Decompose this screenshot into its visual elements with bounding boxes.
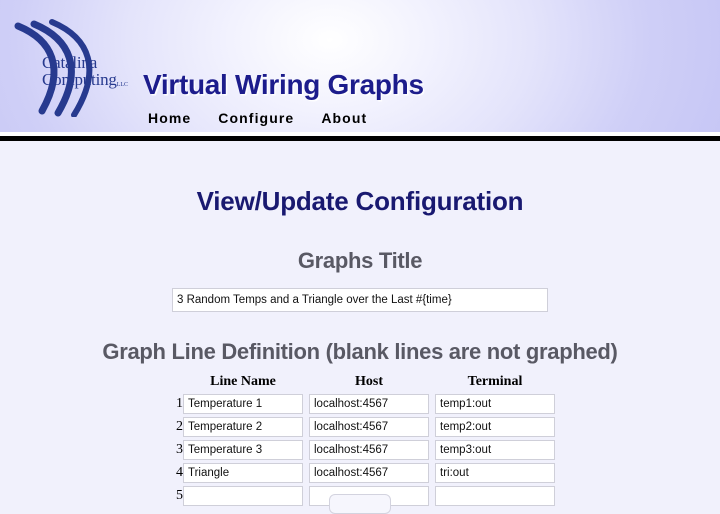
table-header-row: Line Name Host Terminal (165, 374, 555, 394)
table-row: 3 (165, 440, 555, 463)
cell-terminal-5 (435, 486, 555, 509)
terminal-input-1[interactable] (435, 394, 555, 414)
line-name-input-3[interactable] (183, 440, 303, 460)
terminal-input-3[interactable] (435, 440, 555, 460)
logo-line-computing: ComputingLLC (42, 70, 129, 90)
site-logo[interactable]: Catalina ComputingLLC (8, 12, 138, 117)
nav-item-configure[interactable]: Configure (218, 110, 294, 126)
cell-line-name-4 (183, 463, 303, 486)
host-input-3[interactable] (309, 440, 429, 460)
site-title: Virtual Wiring Graphs (143, 69, 424, 100)
row-index-1: 1 (176, 396, 183, 411)
graph-line-definition-table: Line Name Host Terminal 1 2 (165, 374, 555, 509)
cell-host-3 (309, 440, 429, 463)
row-index-2: 2 (176, 419, 183, 434)
terminal-input-5[interactable] (435, 486, 555, 506)
row-index-4: 4 (176, 465, 183, 480)
nav-item-about[interactable]: About (321, 110, 367, 126)
cell-line-name-3 (183, 440, 303, 463)
site-header: Catalina ComputingLLC Virtual Wiring Gra… (0, 0, 720, 132)
logo-wordmark: Catalina ComputingLLC (42, 54, 128, 89)
submit-button[interactable] (329, 494, 391, 514)
table-row: 4 (165, 463, 555, 486)
graphs-title-heading: Graphs Title (297, 248, 423, 273)
column-header-terminal: Terminal (467, 374, 523, 389)
column-header-host: Host (355, 374, 383, 389)
cell-host-4 (309, 463, 429, 486)
cell-host-1 (309, 394, 429, 417)
graphs-title-input[interactable] (172, 288, 548, 312)
line-name-input-2[interactable] (183, 417, 303, 437)
terminal-input-4[interactable] (435, 463, 555, 483)
cell-terminal-1 (435, 394, 555, 417)
logo-line-catalina: Catalina (42, 53, 98, 72)
cell-line-name-2 (183, 417, 303, 440)
nav-item-home[interactable]: Home (148, 110, 191, 126)
cell-host-2 (309, 417, 429, 440)
logo-llc-suffix: LLC (116, 82, 129, 89)
cell-line-name-5 (183, 486, 303, 509)
table-row: 1 (165, 394, 555, 417)
cell-terminal-3 (435, 440, 555, 463)
host-input-1[interactable] (309, 394, 429, 414)
row-index-3: 3 (176, 442, 183, 457)
line-name-input-5[interactable] (183, 486, 303, 506)
page-title: View/Update Configuration (196, 186, 524, 216)
cell-terminal-2 (435, 417, 555, 440)
main-navigation: Home Configure About (148, 110, 367, 126)
host-input-4[interactable] (309, 463, 429, 483)
table-row: 2 (165, 417, 555, 440)
cell-terminal-4 (435, 463, 555, 486)
graphs-title-row (0, 288, 720, 312)
host-input-2[interactable] (309, 417, 429, 437)
column-header-index (165, 374, 183, 394)
row-index-5: 5 (176, 488, 183, 503)
graph-line-definition-heading: Graph Line Definition (blank lines are n… (102, 339, 618, 364)
line-name-input-1[interactable] (183, 394, 303, 414)
terminal-input-2[interactable] (435, 417, 555, 437)
line-name-input-4[interactable] (183, 463, 303, 483)
column-header-line-name: Line Name (210, 374, 276, 389)
page-body: View/Update Configuration Graphs Title G… (0, 141, 720, 514)
cell-line-name-1 (183, 394, 303, 417)
